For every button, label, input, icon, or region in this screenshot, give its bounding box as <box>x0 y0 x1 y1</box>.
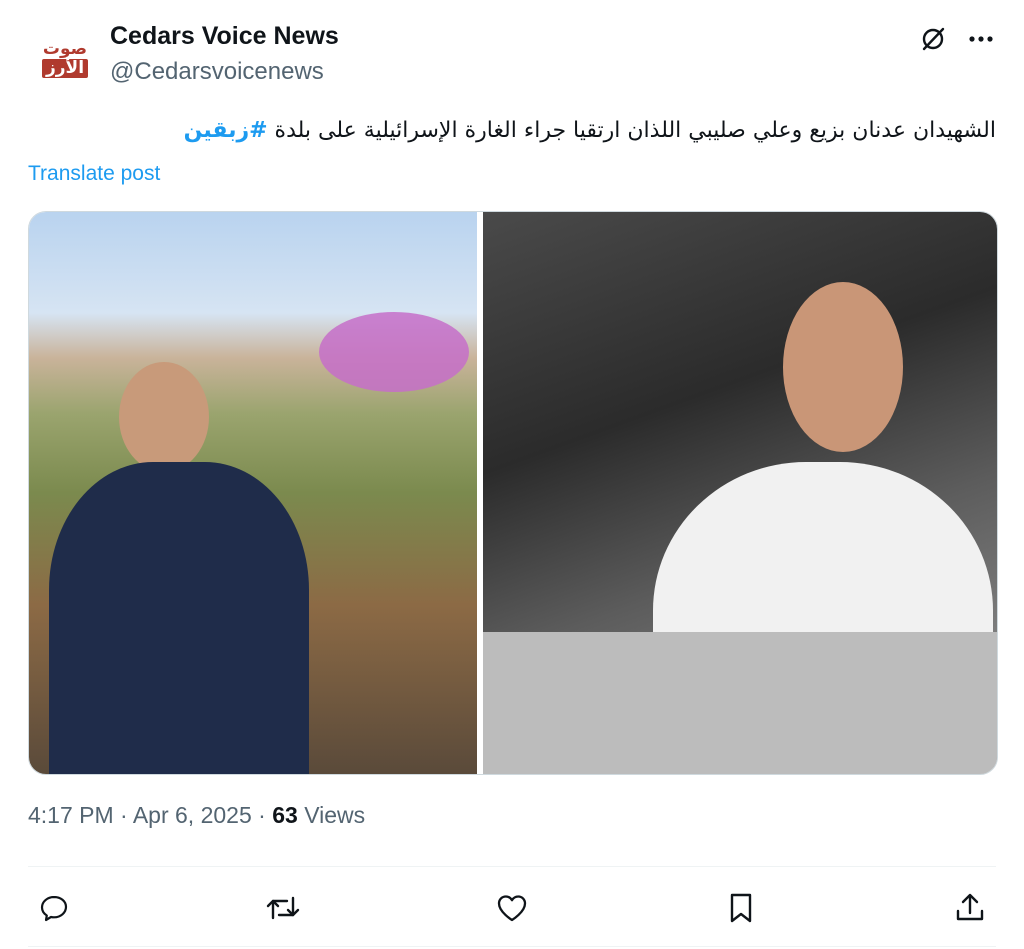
photo-left[interactable] <box>29 212 477 774</box>
photo-right[interactable] <box>483 212 997 774</box>
media-grid <box>28 211 998 775</box>
reply-icon[interactable] <box>36 890 72 926</box>
post-meta: 4:17 PM · Apr 6, 2025 · 63 Views <box>28 802 365 829</box>
repost-icon[interactable] <box>265 890 301 926</box>
author-name[interactable]: Cedars Voice News <box>110 22 339 51</box>
translate-post-link[interactable]: Translate post <box>28 162 160 186</box>
grok-icon[interactable] <box>918 24 948 54</box>
views-label: Views <box>304 802 366 828</box>
photo-left-person <box>119 362 209 472</box>
photo-right-car-door <box>483 632 997 774</box>
photo-right-person <box>783 282 903 452</box>
post-date[interactable]: Apr 6, 2025 <box>133 802 252 828</box>
avatar-logo-line2: الأرز <box>41 58 89 78</box>
avatar-logo-line1: صوت <box>42 38 88 59</box>
author-handle[interactable]: @Cedarsvoicenews <box>110 58 324 86</box>
post-header: صوت الأرز Cedars Voice News @Cedarsvoice… <box>28 18 996 98</box>
bottom-divider <box>28 946 996 947</box>
post-text: الشهيدان عدنان بزيع وعلي صليبي اللذان ار… <box>28 118 996 143</box>
post-time[interactable]: 4:17 PM <box>28 802 114 828</box>
header-actions <box>918 24 996 54</box>
like-icon[interactable] <box>494 890 530 926</box>
avatar[interactable]: صوت الأرز <box>32 26 98 92</box>
action-bar <box>28 888 996 928</box>
meta-separator: · <box>120 802 133 828</box>
more-icon[interactable] <box>966 24 996 54</box>
meta-separator: · <box>258 802 273 828</box>
share-icon[interactable] <box>952 890 988 926</box>
divider <box>28 866 996 867</box>
hashtag-link[interactable]: #زبقين <box>184 118 268 143</box>
photo-left-shirt <box>49 462 309 774</box>
photo-left-flowers <box>319 312 469 392</box>
post-text-body: الشهيدان عدنان بزيع وعلي صليبي اللذان ار… <box>267 118 996 143</box>
bookmark-icon[interactable] <box>723 890 759 926</box>
views-count: 63 <box>272 802 298 828</box>
